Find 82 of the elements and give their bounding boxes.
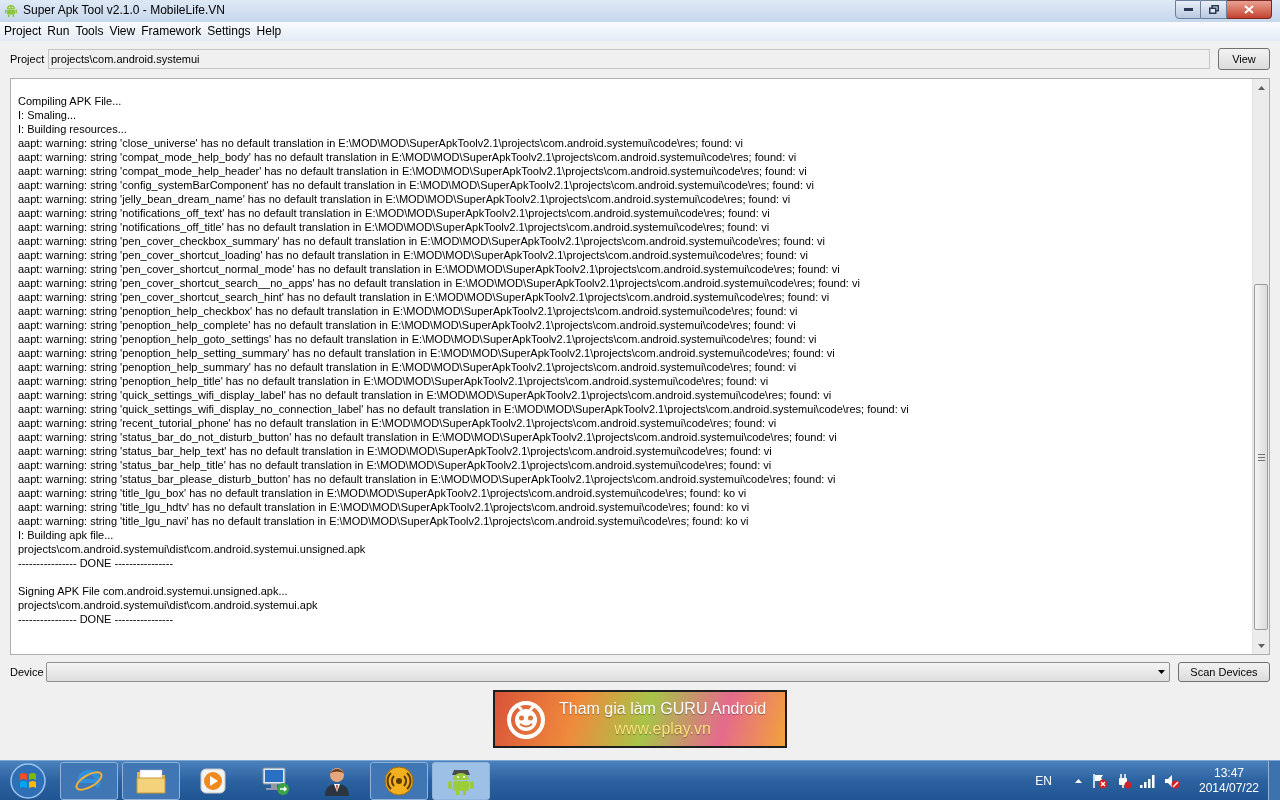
log-line: aapt: warning: string 'jelly_bean_dream_name' has no default translation in E:\MOD\MOD\SuperApkToolv2.1\projects\com.android.systemui\code\res; found: vi: [18, 192, 791, 206]
log-line: aapt: warning: string 'status_bar_do_not_disturb_button' has no default translation in E:\MOD\MOD\SuperApkToolv2.1\projects\com.android.systemui\code\res; found: vi: [18, 430, 837, 444]
close-button[interactable]: [1227, 0, 1272, 19]
close-icon: [1244, 5, 1254, 14]
device-dropdown[interactable]: [46, 662, 1170, 682]
menu-item[interactable]: Help: [253, 23, 285, 40]
robot-icon: [4, 3, 18, 17]
log-line: aapt: warning: string 'status_bar_help_text' has no default translation in E:\MOD\MOD\SuperApkToolv2.1\projects\com.android.systemui\code\res; found: vi: [18, 444, 772, 458]
log-line: aapt: warning: string 'title_lgu_box' has no default translation in E:\MOD\MOD\SuperApkToolv2.1\projects\com.android.systemui\code\res; found: ko vi: [18, 486, 747, 500]
log-line: aapt: warning: string 'pen_cover_shortcut_search_hint' has no default translation in E:\MOD\MOD\SuperApkToolv2.1\projects\com.android.systemui\code\res; found: vi: [18, 290, 830, 304]
banner-headline: Tham gia làm GURU Android: [559, 699, 767, 719]
log-line: aapt: warning: string 'status_bar_please_disturb_button' has no default translation in E:\MOD\MOD\SuperApkToolv2.1\projects\com.android.systemui\code\res; found: vi: [18, 472, 836, 486]
log-line: aapt: warning: string 'penoption_help_title' has no default translation in E:\MOD\MOD\SuperApkToolv2.1\projects\com.android.systemui\code\res; found: vi: [18, 374, 769, 388]
log-line: aapt: warning: string 'penoption_help_checkbox' has no default translation in E:\MOD\MOD\SuperApkToolv2.1\projects\com.android.systemui\code\res; found: vi: [18, 304, 798, 318]
taskbar-app-button[interactable]: [432, 761, 490, 800]
log-line: aapt: warning: string 'penoption_help_setting_summary' has no default translation in E:\MOD\MOD\SuperApkToolv2.1\projects\com.android.systemui\code\res; found: vi: [18, 346, 835, 360]
log-line: ---------------- DONE ----------------: [18, 556, 174, 570]
scroll-up-arrow-icon[interactable]: [1257, 85, 1265, 90]
log-textarea[interactable]: [10, 78, 1270, 655]
vertical-scrollbar[interactable]: [1252, 79, 1269, 654]
view-button[interactable]: View: [1218, 48, 1270, 70]
log-line: I: Building apk file...: [18, 528, 114, 542]
log-line: aapt: warning: string 'title_lgu_navi' has no default translation in E:\MOD\MOD\SuperApkToolv2.1\projects\com.android.systemui\code\res; found: ko vi: [18, 514, 749, 528]
log-line: Compiling APK File...: [18, 94, 122, 108]
log-line: aapt: warning: string 'compat_mode_help_header' has no default translation in E:\MOD\MOD\SuperApkToolv2.1\projects\com.android.systemui\code\res; found: vi: [18, 164, 807, 178]
log-line: aapt: warning: string 'penoption_help_goto_settings' has no default translation in E:\MOD\MOD\SuperApkToolv2.1\projects\com.android.systemui\code\res; found: vi: [18, 332, 817, 346]
log-line: aapt: warning: string 'pen_cover_shortcut_search__no_apps' has no default translation in E:\MOD\MOD\SuperApkToolv2.1\projects\com.android.systemui\code\res; found: vi: [18, 276, 860, 290]
power-plug-icon[interactable]: [1116, 772, 1132, 789]
dropdown-caret-icon: [1158, 670, 1165, 674]
taskbar-app-button[interactable]: [122, 761, 180, 800]
minimize-button[interactable]: [1175, 0, 1201, 19]
device-label: Device: [10, 664, 45, 680]
start-orb-icon: [10, 762, 46, 799]
log-line: projects\com.android.systemui\dist\com.android.systemui.apk: [18, 598, 318, 612]
log-line: aapt: warning: string 'compat_mode_help_body' has no default translation in E:\MOD\MOD\SuperApkToolv2.1\projects\com.android.systemui\code\res; found: vi: [18, 150, 797, 164]
banner-url: www.eplay.vn: [614, 719, 711, 739]
log-line: aapt: warning: string 'recent_tutorial_phone' has no default translation in E:\MOD\MOD\SuperApkToolv2.1\projects\com.android.systemui\code\res; found: vi: [18, 416, 777, 430]
menu-item[interactable]: Project: [1, 23, 45, 40]
language-indicator[interactable]: EN: [1031, 771, 1056, 790]
minimize-icon: [1183, 8, 1193, 11]
log-line: aapt: warning: string 'pen_cover_shortcut_loading' has no default translation in E:\MOD\MOD\SuperApkToolv2.1\projects\com.android.systemui\code\res; found: vi: [18, 248, 808, 262]
taskbar-app-button[interactable]: [370, 761, 428, 800]
project-path-field[interactable]: projects\com.android.systemui: [48, 49, 1210, 69]
log-line: aapt: warning: string 'penoption_help_summary' has no default translation in E:\MOD\MOD\SuperApkToolv2.1\projects\com.android.systemui\code\res; found: vi: [18, 360, 797, 374]
folder-icon: [136, 767, 166, 794]
log-line: aapt: warning: string 'notifications_off_title' has no default translation in E:\MOD\MOD\SuperApkToolv2.1\projects\com.android.systemui\code\res; found: vi: [18, 220, 770, 234]
log-line: projects\com.android.systemui\dist\com.android.systemui.unsigned.apk: [18, 542, 366, 556]
window-title: Super Apk Tool v2.1.0 - MobileLife.VN: [23, 4, 225, 16]
scan-devices-button[interactable]: Scan Devices: [1178, 662, 1270, 682]
log-line: aapt: warning: string 'pen_cover_shortcut_normal_mode' has no default translation in E:\MOD\MOD\SuperApkToolv2.1\projects\com.android.systemui\code\res; found: vi: [18, 262, 840, 276]
signal-bars-icon[interactable]: [1140, 773, 1156, 788]
log-line: I: Smaling...: [18, 108, 77, 122]
log-line: aapt: warning: string 'pen_cover_checkbox_summary' has no default translation in E:\MOD\MOD\SuperApkToolv2.1\projects\com.android.systemui\code\res; found: vi: [18, 234, 825, 248]
log-line: aapt: warning: string 'quick_settings_wifi_display_label' has no default translation in E:\MOD\MOD\SuperApkToolv2.1\projects\com.android.systemui\code\res; found: vi: [18, 388, 832, 402]
menu-item[interactable]: Run: [44, 23, 73, 40]
log-line: aapt: warning: string 'title_lgu_hdtv' has no default translation in E:\MOD\MOD\SuperApkToolv2.1\projects\com.android.systemui\code\res; found: ko vi: [18, 500, 750, 514]
log-line: aapt: warning: string 'quick_settings_wifi_display_no_connection_label' has no default translation in E:\MOD\MOD\SuperApkToolv2.1\projects\com.android.systemui\code\res; found: vi: [18, 402, 909, 416]
play-icon: [200, 767, 226, 794]
log-line: I: Building resources...: [18, 122, 127, 136]
log-line: aapt: warning: string 'config_systemBarComponent' has no default translation in E:\MOD\MOD\SuperApkToolv2.1\projects\com.android.systemui\code\res; found: vi: [18, 178, 814, 192]
monitor-icon: [260, 766, 290, 795]
grip-icon: [1257, 453, 1265, 461]
log-line: aapt: warning: string 'notifications_off_text' has no default translation in E:\MOD\MOD\SuperApkToolv2.1\projects\com.android.systemui\code\res; found: vi: [18, 206, 770, 220]
log-line: aapt: warning: string 'penoption_help_complete' has no default translation in E:\MOD\MOD\SuperApkToolv2.1\projects\com.android.systemui\code\res; found: vi: [18, 318, 796, 332]
person-icon: [324, 765, 350, 796]
maximize-button[interactable]: [1201, 0, 1227, 19]
log-line: aapt: warning: string 'close_universe' has no default translation in E:\MOD\MOD\SuperApkToolv2.1\projects\com.android.systemui\code\res; found: vi: [18, 136, 744, 150]
scrollbar-thumb[interactable]: [1254, 284, 1268, 630]
broadcast-icon: [384, 765, 414, 796]
flag-icon[interactable]: [1092, 772, 1108, 789]
restore-icon: [1208, 5, 1219, 14]
menu-item[interactable]: Tools: [72, 23, 107, 40]
log-line: Signing APK File com.android.systemui.unsigned.apk...: [18, 584, 288, 598]
caret-up-icon: [1074, 778, 1082, 783]
log-line: ---------------- DONE ----------------: [18, 612, 174, 626]
clock-button[interactable]: 13:47 2014/07/22: [1194, 765, 1264, 796]
menu-item[interactable]: Framework: [138, 23, 205, 40]
menu-item[interactable]: Settings: [204, 23, 254, 40]
log-line: aapt: warning: string 'status_bar_help_title' has no default translation in E:\MOD\MOD\SuperApkToolv2.1\projects\com.android.systemui\code\res; found: vi: [18, 458, 772, 472]
menu-item[interactable]: View: [106, 23, 139, 40]
scroll-down-arrow-icon[interactable]: [1257, 643, 1265, 648]
project-label: Project: [10, 51, 46, 67]
